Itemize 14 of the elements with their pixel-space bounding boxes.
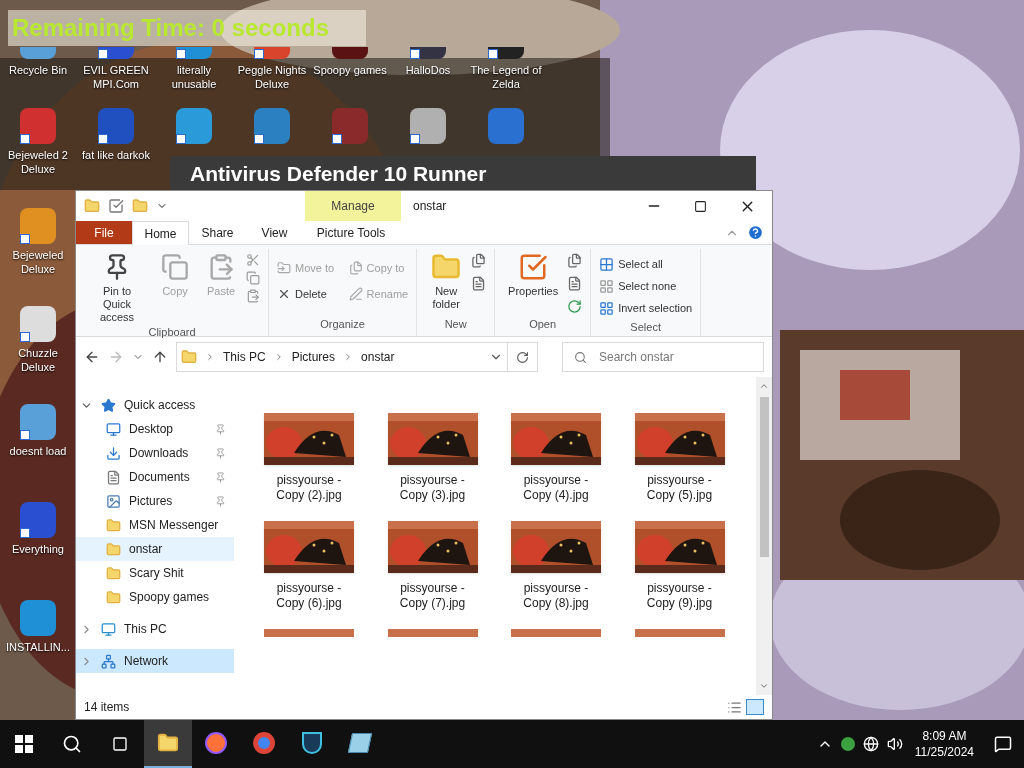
network-icon[interactable] bbox=[862, 736, 879, 752]
volume-icon[interactable] bbox=[886, 736, 903, 752]
clock[interactable]: 8:09 AM 11/25/2024 bbox=[906, 728, 982, 760]
notifications-icon[interactable] bbox=[994, 735, 1012, 753]
search-icon bbox=[62, 734, 82, 754]
task-view-icon bbox=[112, 736, 128, 752]
folder-icon bbox=[157, 732, 179, 754]
taskbar-app[interactable] bbox=[144, 720, 192, 768]
windows-logo-icon bbox=[15, 735, 33, 753]
notepad-icon bbox=[347, 733, 373, 753]
fox-globe-icon bbox=[205, 732, 227, 754]
browser-icon bbox=[253, 732, 275, 754]
tray-app-icon[interactable] bbox=[840, 737, 855, 751]
shield-icon bbox=[302, 732, 322, 754]
